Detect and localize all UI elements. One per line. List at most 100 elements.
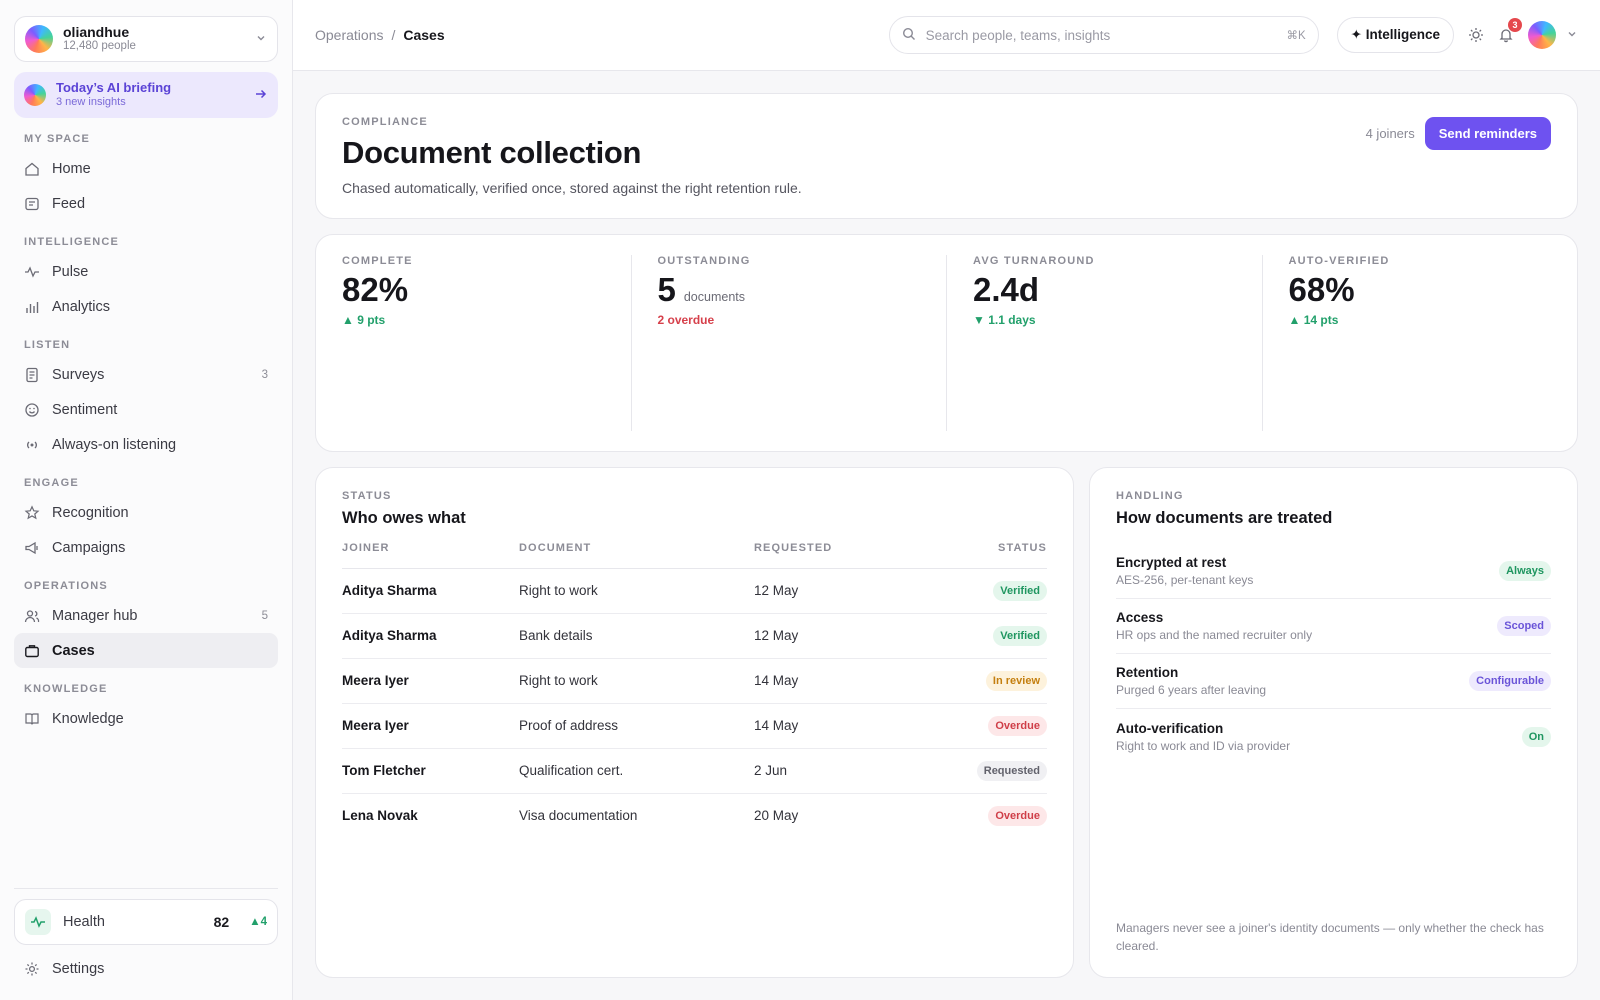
- stat-label: AUTO-VERIFIED: [1288, 255, 1390, 267]
- joiners-count: 4 joiners: [1365, 126, 1415, 141]
- handling-tag: Configurable: [1469, 671, 1551, 691]
- joiner-name: Tom Fletcher: [342, 748, 519, 794]
- nav-section: ENGAGE Recognition Campaigns: [14, 477, 278, 565]
- home-icon: [24, 161, 40, 177]
- health-score: 82: [213, 914, 230, 930]
- sidebar-item-label: Surveys: [52, 366, 105, 383]
- chevron-down-icon[interactable]: [1566, 28, 1578, 43]
- theme-toggle-sun-icon[interactable]: [1468, 27, 1484, 43]
- sidebar-item-label: Sentiment: [52, 401, 118, 418]
- intelligence-button[interactable]: ✦ Intelligence: [1336, 17, 1454, 53]
- stat-avg-turnaround: AVG TURNAROUND 2.4d ▼ 1.1 days: [947, 255, 1263, 431]
- handling-title: How documents are treated: [1116, 509, 1333, 527]
- column-header[interactable]: STATUS: [908, 542, 1047, 569]
- chevron-down-icon: [255, 32, 267, 47]
- nav-section: INTELLIGENCE Pulse Analytics: [14, 236, 278, 324]
- sidebar: oliandhue 12,480 people Today’s AI brief…: [0, 0, 293, 1000]
- table-row[interactable]: Lena Novak Visa documentation 20 May Overdu…: [342, 793, 1047, 838]
- send-reminders-button[interactable]: Send reminders: [1424, 117, 1551, 150]
- sidebar-item-sentiment[interactable]: Sentiment: [14, 392, 278, 427]
- requested-date: 20 May: [754, 808, 799, 824]
- notifications-bell-icon[interactable]: 3: [1498, 18, 1522, 43]
- joiner-name: Aditya Sharma: [342, 613, 519, 659]
- org-switcher[interactable]: oliandhue 12,480 people: [14, 16, 278, 62]
- nav-section-heading: ENGAGE: [24, 477, 79, 489]
- settings-label: Settings: [52, 960, 105, 977]
- sidebar-item-feed[interactable]: Feed: [14, 186, 278, 221]
- stat-delta: 2 overdue: [657, 313, 715, 327]
- pulse-icon: [24, 264, 40, 280]
- table-row[interactable]: Meera Iyer Right to work 14 May In review: [342, 658, 1047, 704]
- users-icon: [24, 608, 40, 624]
- nav-section-heading: INTELLIGENCE: [24, 236, 120, 248]
- handling-row-title: Encrypted at rest: [1116, 555, 1227, 570]
- stat-delta: ▼ 1.1 days: [973, 313, 1036, 327]
- document-name: Right to work: [519, 568, 754, 614]
- status-table-card: STATUS Who owes what JOINER DOCUMENT REQUE…: [315, 467, 1074, 978]
- sidebar-item-label: Knowledge: [52, 710, 124, 727]
- sidebar-item-label: Analytics: [52, 298, 111, 315]
- joiner-name: Lena Novak: [342, 808, 418, 824]
- breadcrumb-operations[interactable]: Operations: [315, 27, 383, 43]
- sidebar-item-surveys[interactable]: Surveys 3: [14, 357, 278, 392]
- handling-card: HANDLING How documents are treated Encry…: [1089, 467, 1578, 978]
- compliance-hero-card: COMPLIANCE Document collection Chased au…: [315, 93, 1578, 219]
- bar-chart-icon: [24, 299, 40, 315]
- joiner-name: Meera Iyer: [342, 658, 519, 704]
- user-avatar[interactable]: [1528, 21, 1556, 49]
- survey-icon: [24, 367, 40, 383]
- sidebar-item-home[interactable]: Home: [14, 151, 278, 186]
- sidebar-item-always-on-listening[interactable]: Always-on listening: [14, 427, 278, 462]
- nav-section: OPERATIONS Manager hub 5 Cases: [14, 580, 278, 668]
- document-name: Proof of address: [519, 703, 754, 749]
- stat-label: COMPLETE: [342, 255, 413, 267]
- sidebar-item-label: Recognition: [52, 504, 129, 521]
- health-card[interactable]: Health 82 ▲4: [14, 899, 278, 945]
- table-row[interactable]: Aditya Sharma Bank details 12 May Verified: [342, 613, 1047, 659]
- nav-section: KNOWLEDGE Knowledge: [14, 683, 278, 736]
- arrow-right-icon: [254, 87, 268, 104]
- sidebar-item-analytics[interactable]: Analytics: [14, 289, 278, 324]
- document-name: Right to work: [519, 658, 754, 704]
- sidebar-item-label: Campaigns: [52, 539, 126, 556]
- notification-badge: 3: [1508, 18, 1522, 32]
- stat-label: OUTSTANDING: [657, 255, 751, 267]
- sidebar-item-cases[interactable]: Cases: [14, 633, 278, 668]
- requested-date: 2 Jun: [754, 748, 909, 794]
- stat-outstanding: OUTSTANDING 5 documents 2 overdue: [632, 255, 947, 431]
- nav-section-heading: MY SPACE: [24, 133, 91, 145]
- health-delta: ▲4: [249, 916, 267, 928]
- table-row[interactable]: Aditya Sharma Right to work 12 May Verified: [342, 568, 1047, 614]
- stats-card: COMPLETE 82% ▲ 9 pts OUTSTANDING 5 documents 2…: [315, 234, 1578, 452]
- sidebar-item-campaigns[interactable]: Campaigns: [14, 530, 278, 565]
- sidebar-item-knowledge[interactable]: Knowledge: [14, 701, 278, 736]
- ai-briefing-card[interactable]: Today’s AI briefing 3 new insights: [14, 72, 278, 118]
- sidebar-item-pulse[interactable]: Pulse: [14, 254, 278, 289]
- sidebar-item-label: Manager hub: [52, 607, 138, 624]
- stat-delta: ▲ 9 pts: [342, 313, 386, 327]
- handling-row-title: Auto-verification: [1116, 720, 1224, 736]
- search-shortcut: ⌘K: [1286, 30, 1306, 42]
- nav-section-heading: LISTEN: [24, 339, 71, 351]
- gear-icon: [24, 961, 40, 977]
- feed-icon: [24, 196, 40, 212]
- nav-section: LISTEN Surveys 3 Sentiment Always-on listeni…: [14, 339, 278, 462]
- status-table: JOINER DOCUMENT REQUESTED STATUS Aditya Sha…: [342, 542, 1047, 838]
- sidebar-item-settings[interactable]: Settings: [14, 951, 278, 986]
- status-badge: In review: [985, 670, 1047, 691]
- column-header[interactable]: JOINER: [342, 542, 519, 569]
- stat-value: 68%: [1288, 271, 1355, 308]
- search-input[interactable]: Search people, teams, insights ⌘K: [888, 16, 1319, 54]
- sidebar-item-recognition[interactable]: Recognition: [14, 495, 278, 530]
- joiner-name: Aditya Sharma: [342, 568, 519, 614]
- handling-row: Access HR ops and the named recruiter onl…: [1116, 599, 1551, 654]
- star-icon: [24, 504, 40, 521]
- column-header[interactable]: DOCUMENT: [519, 542, 754, 569]
- status-title: Who owes what: [342, 509, 466, 527]
- sidebar-item-manager-hub[interactable]: Manager hub 5: [14, 598, 278, 633]
- table-row[interactable]: Tom Fletcher Qualification cert. 2 Jun Requ…: [342, 748, 1047, 794]
- sidebar-item-label: Pulse: [52, 263, 89, 280]
- nav-section-heading: KNOWLEDGE: [24, 683, 108, 695]
- table-row[interactable]: Meera Iyer Proof of address 14 May Overdue: [342, 703, 1047, 749]
- column-header[interactable]: REQUESTED: [754, 542, 909, 569]
